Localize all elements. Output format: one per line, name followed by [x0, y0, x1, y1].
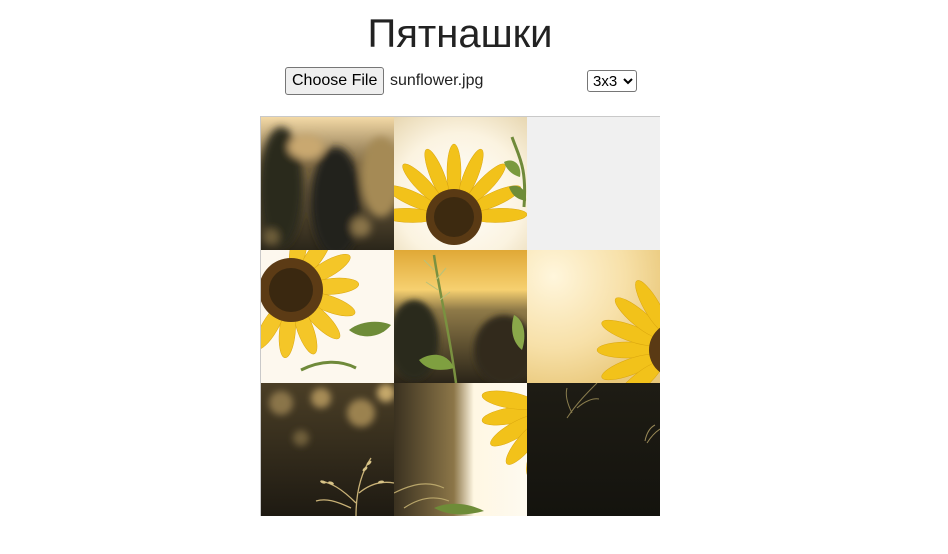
- tile-image-sunflower-bloom-top: [394, 117, 527, 250]
- tile-image-grass-seedheads: [261, 383, 394, 516]
- tile-image-sunflower-bloom-left: [261, 250, 394, 383]
- tile-image-sunflower-petals-bottom: [394, 383, 527, 516]
- tile-image-dark-foliage: [527, 383, 660, 516]
- tile-image-sunflower-petals-edge: [527, 250, 660, 383]
- puzzle-tile-blurred-foliage[interactable]: [261, 117, 394, 250]
- puzzle-tile-dark-foliage[interactable]: [527, 383, 660, 516]
- puzzle-tile-sunflower-bloom-top[interactable]: [394, 117, 527, 250]
- tile-image-blurred-foliage: [261, 117, 394, 250]
- puzzle-tile-sunflower-petals-edge[interactable]: [527, 250, 660, 383]
- tile-image-stem-and-sunset: [394, 250, 527, 383]
- page-title: Пятнашки: [367, 12, 553, 56]
- grid-size-select[interactable]: 3x3: [587, 70, 637, 92]
- puzzle-board: [260, 116, 660, 516]
- controls-bar: Choose File sunflower.jpg 3x3: [285, 67, 645, 95]
- choose-file-button[interactable]: Choose File: [285, 67, 385, 95]
- puzzle-tile-sunflower-bloom-left[interactable]: [261, 250, 394, 383]
- puzzle-tile-sunflower-petals-bottom[interactable]: [394, 383, 527, 516]
- puzzle-tile-grass-seedheads[interactable]: [261, 383, 394, 516]
- puzzle-tile-empty: [527, 117, 660, 250]
- puzzle-tile-stem-and-sunset[interactable]: [394, 250, 527, 383]
- selected-file-name: sunflower.jpg: [390, 72, 484, 89]
